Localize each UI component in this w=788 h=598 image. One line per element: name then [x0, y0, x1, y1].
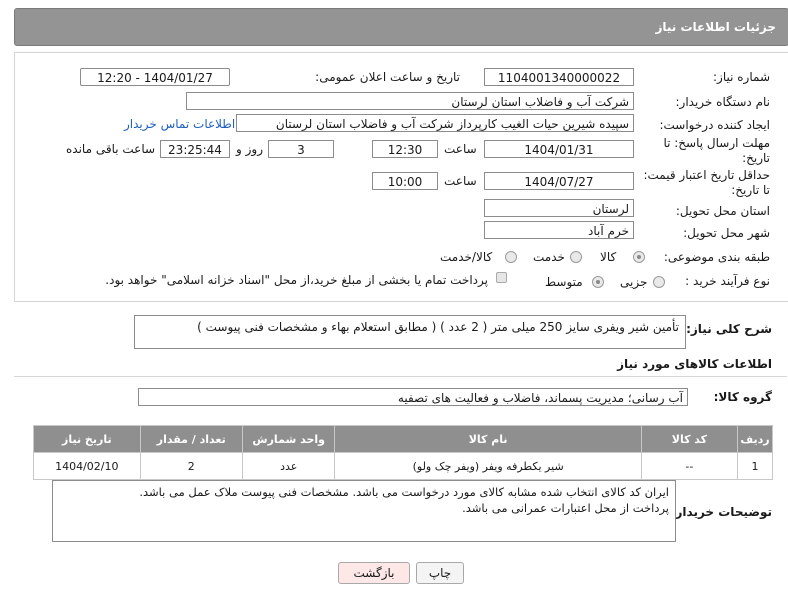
need-number-label: شماره نیاز: [713, 70, 770, 84]
price-validity-time-label: ساعت [444, 174, 477, 188]
buyer-notes-line-2: پرداخت از محل اعتبارات عمرانی می باشد. [462, 501, 669, 515]
description-label: شرح کلی نیاز: [686, 322, 772, 336]
category-label: طبقه بندی موضوعی: [663, 250, 770, 264]
page-header: جزئیات اطلاعات نیاز [14, 8, 788, 46]
treasury-bonds-text: پرداخت تمام یا بخشی از مبلغ خرید،از محل … [105, 273, 488, 287]
col-header-item-name: نام کالا [334, 425, 642, 453]
delivery-province-label: استان محل تحویل: [675, 204, 770, 218]
cell-item-name: شیر یکطرفه ویفر (ویفر چک ولو) [334, 452, 642, 480]
need-number-field[interactable]: 1104001340000022 [484, 68, 634, 86]
col-header-unit: واحد شمارش [241, 425, 336, 453]
reply-deadline-time-field[interactable]: 12:30 [372, 140, 438, 158]
buyer-org-label: نام دستگاه خریدار: [675, 95, 771, 109]
category-radio-service[interactable] [570, 251, 582, 263]
purchase-type-radio-medium[interactable] [592, 276, 604, 288]
buyer-notes-field[interactable]: ایران کد کالای انتخاب شده مشابه کالای مو… [52, 480, 676, 542]
delivery-city-label: شهر محل تحویل: [683, 226, 770, 240]
purchase-type-radio-minor[interactable] [653, 276, 665, 288]
items-table: ردیف کد کالا نام کالا واحد شمارش تعداد /… [33, 425, 773, 480]
reply-deadline-time-label: ساعت [444, 142, 477, 156]
treasury-bonds-checkbox[interactable] [496, 272, 507, 283]
purchase-type-option-minor: جزیی [620, 275, 648, 289]
purchase-type-option-medium: متوسط [545, 275, 583, 289]
category-option-service: خدمت [533, 250, 565, 264]
delivery-province-field[interactable]: لرستان [484, 199, 634, 217]
delivery-city-field[interactable]: خرم آباد [484, 221, 634, 239]
remaining-time-label: ساعت باقی مانده [66, 142, 156, 156]
goods-info-title: اطلاعات کالاهای مورد نیاز [617, 357, 772, 371]
purchase-type-label: نوع فرآیند خرید : [685, 274, 770, 288]
goods-group-label: گروه کالا: [713, 390, 772, 404]
buyer-notes-label: توضیحات خریدار: [670, 505, 772, 519]
category-option-goods: کالا [600, 250, 617, 264]
cell-quantity: 2 [139, 452, 243, 480]
category-option-goods-service: کالا/خدمت [440, 250, 493, 264]
col-header-quantity: تعداد / مقدار [139, 425, 243, 453]
announce-datetime-label: تاریخ و ساعت اعلان عمومی: [315, 70, 460, 84]
reply-deadline-label: مهلت ارسال پاسخ: تا تاریخ: [663, 136, 770, 165]
cell-unit: عدد [241, 452, 336, 480]
requester-label: ایجاد کننده درخواست: [659, 118, 770, 132]
col-header-row-number: ردیف [737, 425, 773, 453]
buyer-org-field[interactable]: شرکت آب و فاضلاب استان لرستان [186, 92, 634, 110]
reply-deadline-date-field[interactable]: 1404/01/31 [484, 140, 634, 158]
price-validity-time-field[interactable]: 10:00 [372, 172, 438, 190]
table-row[interactable]: 1 -- شیر یکطرفه ویفر (ویفر چک ولو) عدد 2… [33, 452, 773, 480]
page-title: جزئیات اطلاعات نیاز [655, 20, 776, 34]
goods-group-field[interactable]: آب رسانی؛ مدیریت پسماند، فاضلاب و فعالیت… [138, 388, 688, 406]
reply-days-field[interactable]: 3 [268, 140, 334, 158]
reply-days-label: روز و [236, 142, 263, 156]
cell-row-number: 1 [737, 452, 773, 480]
cell-need-date: 1404/02/10 [33, 452, 141, 480]
divider [14, 376, 787, 377]
buyer-contact-link[interactable]: اطلاعات تماس خریدار [124, 117, 235, 131]
category-radio-goods[interactable] [633, 251, 645, 263]
description-field[interactable]: تأمین شیر ویفری سایز 250 میلی متر ( 2 عد… [134, 315, 686, 349]
items-table-header-row: ردیف کد کالا نام کالا واحد شمارش تعداد /… [33, 425, 773, 453]
print-button[interactable]: چاپ [416, 562, 464, 584]
col-header-need-date: تاریخ نیاز [33, 425, 141, 453]
requester-field[interactable]: سپیده شیرین حیات الغیب کارپرداز شرکت آب … [236, 114, 634, 132]
col-header-item-code: کد کالا [640, 425, 739, 453]
back-button[interactable]: بازگشت [338, 562, 410, 584]
buyer-notes-line-1: ایران کد کالای انتخاب شده مشابه کالای مو… [139, 485, 669, 499]
category-radio-goods-service[interactable] [505, 251, 517, 263]
cell-item-code: -- [640, 452, 739, 480]
price-validity-date-field[interactable]: 1404/07/27 [484, 172, 634, 190]
price-validity-label: حداقل تاریخ اعتبار قیمت: تا تاریخ: [643, 168, 770, 197]
remaining-time-field[interactable]: 23:25:44 [160, 140, 230, 158]
announce-datetime-field[interactable]: 1404/01/27 - 12:20 [80, 68, 230, 86]
